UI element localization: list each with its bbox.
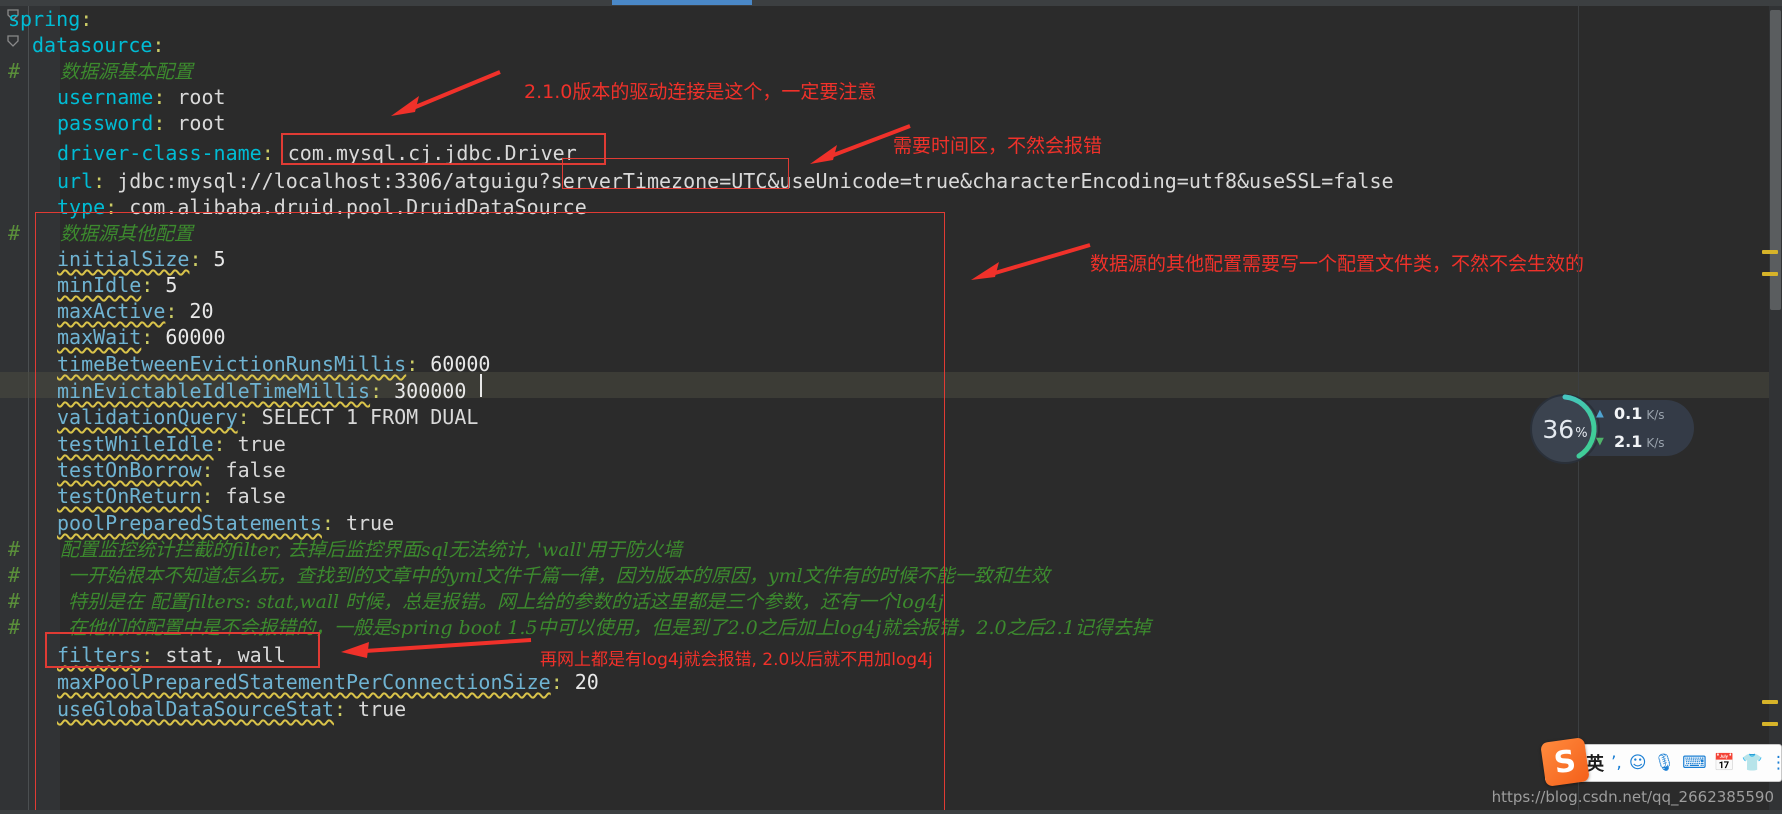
comment-hash: # [8,589,21,613]
upload-arrow-icon: ▲ [1596,406,1604,421]
annotation-text-2: 需要时间区，不然会报错 [893,135,1103,157]
yaml-value: root [177,111,226,135]
cpu-usage-label: 36% [1528,392,1602,466]
skin-icon[interactable]: 👕 [1742,754,1763,772]
emoji-icon[interactable]: ☺ [1629,754,1647,772]
download-arrow-icon: ▼ [1596,434,1604,449]
calendar-icon[interactable]: 📅 [1714,754,1735,772]
highlight-box-driver-value [281,133,606,165]
code-line-2[interactable]: # 数据源基本配置 [8,58,1782,84]
code-line-6[interactable]: url: jdbc:mysql://localhost:3306/atguigu?… [57,168,1782,194]
yaml-colon: : [152,33,165,57]
keyboard-icon[interactable]: ⌨ [1682,754,1707,772]
yaml-key: url [57,169,94,193]
upload-speed-unit: K/s [1646,408,1665,422]
punctuation-icon[interactable]: ’, [1611,754,1622,772]
yaml-value: root [177,85,226,109]
active-tab-underline [612,0,752,5]
cpu-usage-value: 36 [1542,414,1575,444]
comment-text: 数据源基本配置 [60,61,194,83]
yaml-key: username [57,85,154,109]
upload-speed-row: 0.1 K/s [1614,404,1665,423]
comment-hash: # [8,59,21,83]
annotation-text-3: 数据源的其他配置需要写一个配置文件类，不然不会生效的 [1090,253,1585,275]
code-line-1[interactable]: datasource: [32,32,1782,58]
yaml-colon: : [261,141,274,165]
code-line-3[interactable]: username: root [57,84,1782,110]
comment-hash: # [8,615,21,639]
yaml-colon: : [93,169,106,193]
yaml-colon: : [153,85,166,109]
percent-symbol: % [1575,425,1588,441]
annotation-text-1: 2.1.0版本的驱动连接是这个，一定要注意 [524,81,877,103]
annotation-text-4: 再网上都是有log4j就会报错, 2.0以后就不用加log4j [540,650,933,670]
ime-logo-letter: S [1551,743,1579,781]
yaml-colon: : [153,111,166,135]
bottom-strip [0,810,1782,814]
scrollbar-thumb[interactable] [1770,10,1781,310]
watermark-url: https://blog.csdn.net/qq_2662385590 [1491,788,1774,806]
microphone-icon[interactable]: 🎙 [1654,754,1676,772]
sogou-ime-logo-icon[interactable]: S [1540,737,1590,787]
upload-speed-value: 0.1 [1614,404,1643,423]
yaml-key: password [57,111,154,135]
scroll-marker-2[interactable] [1762,272,1778,276]
download-speed-unit: K/s [1646,436,1665,450]
highlight-box-timezone [562,158,789,189]
scroll-marker-4[interactable] [1762,722,1778,726]
download-speed-value: 2.1 [1614,432,1643,451]
comment-hash: # [8,563,21,587]
network-speed-widget[interactable]: 36% ▲ 0.1 K/s ▼ 2.1 K/s [1528,392,1700,466]
menu-icon[interactable]: ⋮ [1770,754,1782,772]
download-speed-row: 2.1 K/s [1614,432,1665,451]
code-line-0[interactable]: spring: [8,6,1782,32]
highlight-box-filters [45,632,320,668]
scroll-marker-3[interactable] [1762,700,1778,704]
highlight-box-other-config [35,212,945,814]
annotation-arrow-4-icon [341,638,532,658]
yaml-key: driver-class-name [57,141,262,165]
annotation-arrow-3-icon [971,243,1091,280]
screenshot-root: spring: datasource: # 数据源基本配置 username: ro… [0,0,1782,814]
yaml-key: datasource [32,33,153,57]
comment-hash: # [8,221,21,245]
yaml-colon: : [80,7,93,31]
comment-hash: # [8,537,21,561]
scroll-marker-1[interactable] [1762,250,1778,254]
annotation-arrow-1-icon [391,70,501,116]
yaml-key: spring [8,7,81,31]
